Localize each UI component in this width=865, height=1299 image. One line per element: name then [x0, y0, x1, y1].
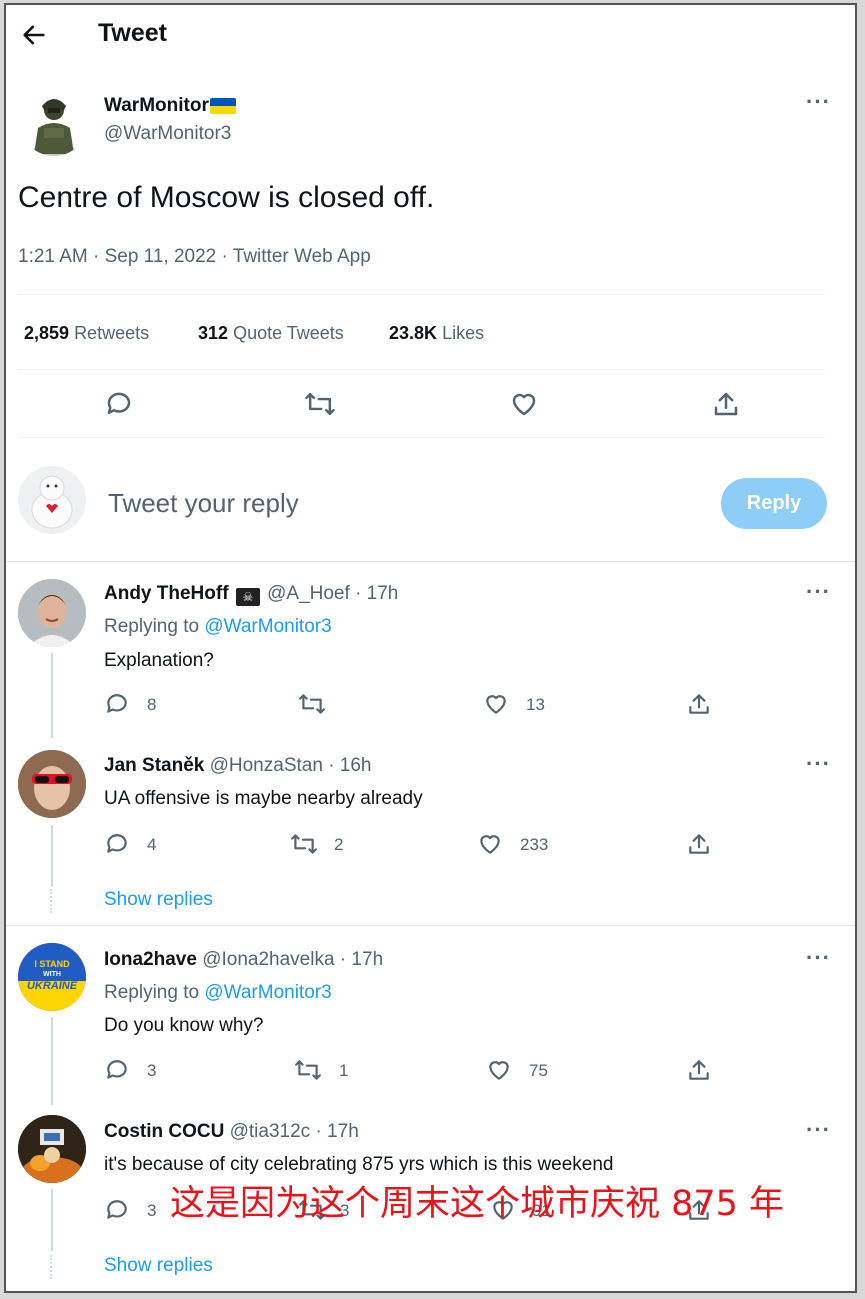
reply-icon[interactable]: [104, 1197, 130, 1228]
like-action-icon[interactable]: [509, 389, 539, 424]
reply-author-name[interactable]: Costin COCU: [104, 1121, 224, 1142]
reply-composer-input[interactable]: Tweet your reply: [108, 488, 299, 519]
tweet-meta[interactable]: 1:21 AM · Sep 11, 2022 · Twitter Web App: [18, 246, 371, 268]
retweet-icon[interactable]: [294, 1057, 322, 1088]
reply-text: Explanation?: [104, 650, 214, 671]
more-options-icon[interactable]: ···: [806, 753, 831, 775]
reply-text: UA offensive is maybe nearby already: [104, 788, 423, 809]
reply-button[interactable]: Reply: [721, 478, 827, 529]
retweet-icon[interactable]: [298, 691, 326, 722]
replying-label: Replying to: [104, 982, 200, 1003]
page-title: Tweet: [98, 19, 167, 47]
more-options-icon[interactable]: ···: [806, 947, 831, 969]
author-avatar[interactable]: [20, 88, 88, 156]
tweet-text: Centre of Moscow is closed off.: [18, 181, 435, 214]
reply-text: it's because of city celebrating 875 yrs…: [104, 1154, 614, 1175]
reply-author-name[interactable]: Jan Staněk: [104, 755, 204, 776]
replying-to-link[interactable]: @WarMonitor3: [204, 982, 331, 1003]
likes-stat[interactable]: 23.8K Likes: [389, 323, 484, 344]
reply-count: 4: [147, 835, 157, 854]
reply-text: Do you know why?: [104, 1015, 264, 1036]
retweet-count: 2: [334, 835, 344, 854]
translation-caption-overlay: 这是因为这个周末这个城市庆祝 875 年: [170, 1184, 785, 1224]
thread-dots: [50, 1255, 54, 1279]
reply-author-name[interactable]: Andy TheHoff: [104, 583, 229, 604]
reply-time[interactable]: · 17h: [315, 1121, 358, 1142]
author-name[interactable]: WarMonitor: [104, 95, 209, 117]
back-arrow-icon[interactable]: [20, 21, 48, 49]
tweet-page: Tweet WarMonitor @WarMonitor3 ··· Centre…: [4, 3, 857, 1293]
more-options-icon[interactable]: ···: [806, 91, 831, 113]
show-replies-link[interactable]: Show replies: [104, 1255, 213, 1277]
like-icon[interactable]: [486, 1057, 512, 1088]
avatar[interactable]: I STAND WITH UKRAINE: [18, 943, 86, 1011]
reply-icon[interactable]: [104, 691, 130, 722]
retweet-count: 1: [339, 1061, 349, 1080]
reply-time[interactable]: · 17h: [340, 949, 383, 970]
ukraine-flag-icon: [209, 98, 236, 114]
avatar[interactable]: [18, 579, 86, 647]
share-action-icon[interactable]: [711, 389, 741, 424]
reply-icon[interactable]: [104, 831, 130, 862]
retweet-action-icon[interactable]: [304, 389, 336, 424]
current-user-avatar[interactable]: [18, 466, 86, 534]
more-options-icon[interactable]: ···: [806, 1119, 831, 1141]
avatar[interactable]: [18, 750, 86, 818]
reply-icon[interactable]: [104, 1057, 130, 1088]
reply-count: 3: [147, 1061, 157, 1080]
svg-text:UKRAINE: UKRAINE: [27, 980, 78, 992]
replying-label: Replying to: [104, 616, 200, 637]
more-options-icon[interactable]: ···: [806, 581, 831, 603]
reply-author-handle[interactable]: @tia312c: [230, 1121, 311, 1142]
retweet-icon[interactable]: [290, 831, 318, 862]
share-icon[interactable]: [686, 831, 712, 862]
like-count: 75: [529, 1061, 548, 1080]
reply-action-icon[interactable]: [104, 389, 134, 424]
svg-text:WITH: WITH: [43, 971, 61, 978]
replying-to-link[interactable]: @WarMonitor3: [204, 616, 331, 637]
reply-author-handle[interactable]: @A_Hoef: [267, 583, 350, 604]
author-handle[interactable]: @WarMonitor3: [104, 123, 231, 145]
reply-time[interactable]: · 17h: [355, 583, 398, 604]
show-replies-link[interactable]: Show replies: [104, 889, 213, 911]
like-icon[interactable]: [477, 831, 503, 862]
reply-author-handle[interactable]: @Iona2havelka: [202, 949, 334, 970]
svg-text:I STAND: I STAND: [34, 959, 70, 969]
share-icon[interactable]: [686, 1057, 712, 1088]
avatar[interactable]: [18, 1115, 86, 1183]
like-count: 13: [526, 695, 545, 714]
pirate-flag-icon: ☠: [235, 588, 260, 606]
reply-time[interactable]: · 16h: [328, 755, 371, 776]
reply-count: 3: [147, 1201, 157, 1220]
like-icon[interactable]: [483, 691, 509, 722]
reply-author-handle[interactable]: @HonzaStan: [210, 755, 323, 776]
quote-tweets-stat[interactable]: 312 Quote Tweets: [198, 323, 344, 344]
thread-dots: [50, 889, 54, 913]
share-icon[interactable]: [686, 691, 712, 722]
like-count: 233: [520, 835, 549, 854]
reply-count: 8: [147, 695, 157, 714]
reply-author-name[interactable]: Iona2have: [104, 949, 197, 970]
retweets-stat[interactable]: 2,859 Retweets: [24, 323, 149, 344]
